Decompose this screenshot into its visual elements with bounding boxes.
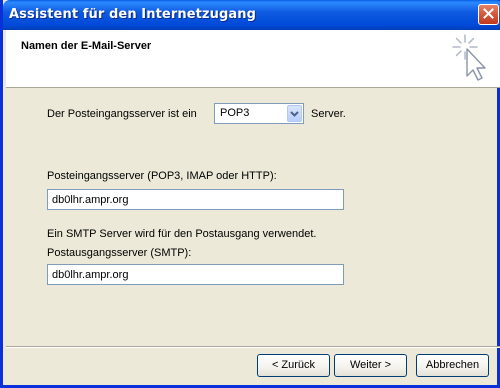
incoming-server-input[interactable] [47,189,344,210]
footer-divider [6,346,500,348]
next-button[interactable]: Weiter > [334,354,407,377]
wizard-cursor-icon [450,32,492,85]
back-button[interactable]: < Zurück [257,354,330,377]
incoming-server-label: Posteingangsserver (POP3, IMAP oder HTTP… [47,170,277,182]
incoming-type-label: Der Posteingangsserver ist ein [47,108,197,120]
incoming-type-suffix: Server. [311,108,346,120]
smtp-note: Ein SMTP Server wird für den Postausgang… [47,228,317,240]
close-icon [483,7,494,22]
close-button[interactable] [478,4,499,25]
outgoing-server-input[interactable] [47,264,344,285]
page-title: Namen der E-Mail-Server [21,40,152,52]
wizard-window: Assistent für den Internetzugang Namen d… [0,0,500,388]
outgoing-server-label: Postausgangsserver (SMTP): [47,247,192,259]
title-bar[interactable]: Assistent für den Internetzugang [3,0,500,30]
incoming-type-select[interactable]: POP3 [214,103,304,124]
cancel-button[interactable]: Abbrechen [416,354,489,377]
dropdown-button[interactable] [287,105,302,122]
incoming-type-value: POP3 [220,107,250,119]
wizard-header: Namen der E-Mail-Server [6,30,500,88]
window-title: Assistent für den Internetzugang [9,7,256,22]
chevron-down-icon [290,108,299,120]
